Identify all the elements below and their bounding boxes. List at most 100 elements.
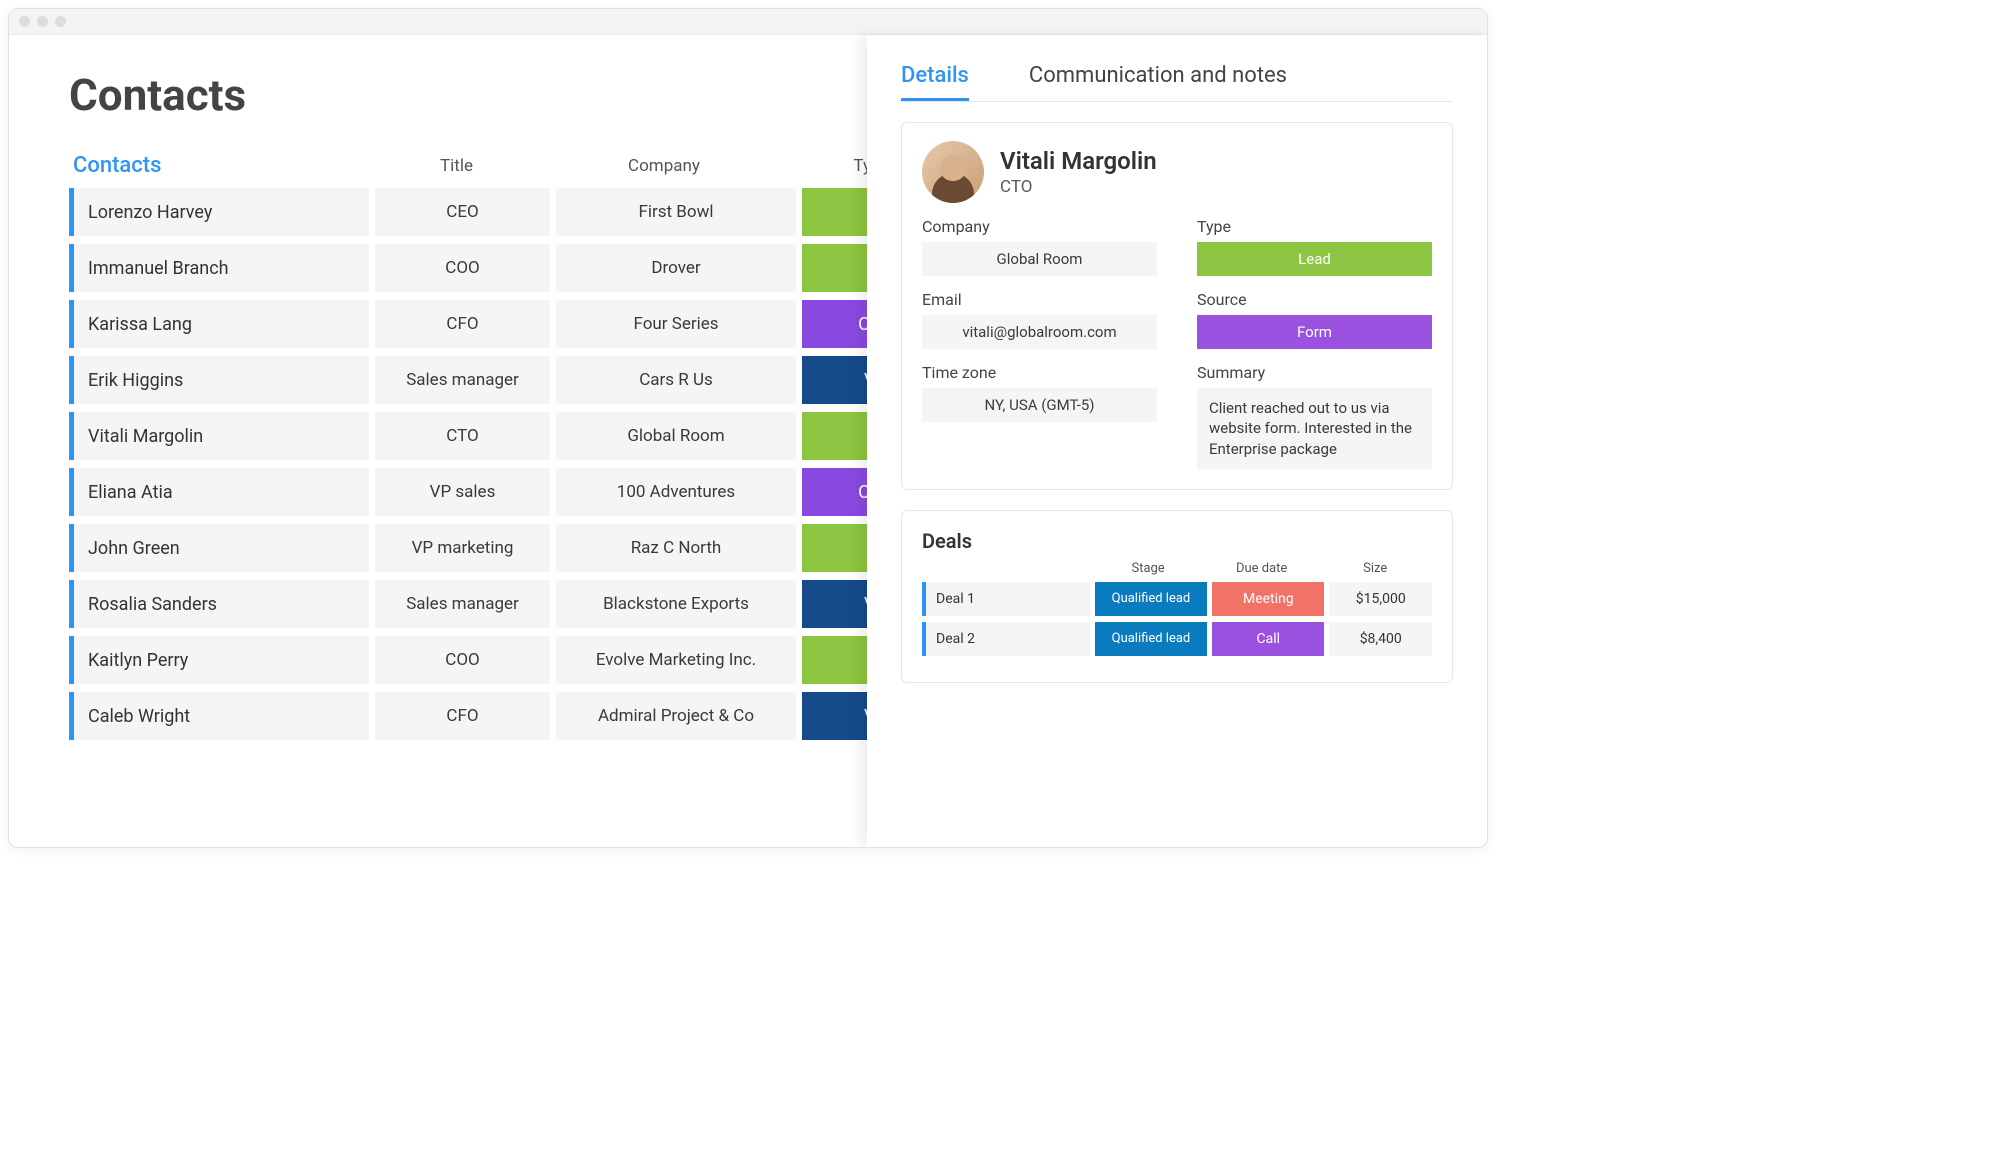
deals-header-size[interactable]: Size <box>1318 561 1432 576</box>
cell-company: Drover <box>556 244 796 292</box>
cell-company: Global Room <box>556 412 796 460</box>
field-email: Email vitali@globalroom.com <box>922 290 1157 349</box>
table-row[interactable]: Caleb WrightCFOAdmiral Project & CoVendo <box>69 692 867 740</box>
table-row[interactable]: Rosalia SandersSales managerBlackstone E… <box>69 580 867 628</box>
details-pane: Details Communication and notes Vitali M… <box>867 35 1487 847</box>
contact-header: Vitali Margolin CTO <box>922 141 1432 203</box>
table-row[interactable]: Kaitlyn PerryCOOEvolve Marketing Inc.Lea… <box>69 636 867 684</box>
table-row[interactable]: Erik HigginsSales managerCars R UsVendo <box>69 356 867 404</box>
cell-title: COO <box>375 244 550 292</box>
cell-type: Custom <box>802 468 867 516</box>
cell-title: CEO <box>375 188 550 236</box>
window-dot-min-icon[interactable] <box>37 16 48 27</box>
cell-name: Caleb Wright <box>69 692 369 740</box>
field-type: Type Lead <box>1197 217 1432 276</box>
detail-tabs: Details Communication and notes <box>901 63 1453 102</box>
value-summary[interactable]: Client reached out to us via website for… <box>1197 388 1432 469</box>
label-type: Type <box>1197 217 1432 236</box>
cell-type: Vendo <box>802 692 867 740</box>
cell-title: CFO <box>375 692 550 740</box>
cell-company: First Bowl <box>556 188 796 236</box>
deals-title: Deals <box>922 529 1432 553</box>
cell-title: CTO <box>375 412 550 460</box>
header-title[interactable]: Title <box>369 156 544 176</box>
cell-type: Vendo <box>802 580 867 628</box>
cell-company: Four Series <box>556 300 796 348</box>
value-source[interactable]: Form <box>1197 315 1432 349</box>
cell-type: Lead <box>802 636 867 684</box>
cell-title: VP marketing <box>375 524 550 572</box>
cell-name: John Green <box>69 524 369 572</box>
field-summary: Summary Client reached out to us via web… <box>1197 363 1432 469</box>
cell-type: Custom <box>802 300 867 348</box>
cell-title: COO <box>375 636 550 684</box>
table-row[interactable]: Eliana AtiaVP sales100 AdventuresCustom <box>69 468 867 516</box>
cell-title: Sales manager <box>375 580 550 628</box>
cell-company: Raz C North <box>556 524 796 572</box>
contacts-table-header: Contacts Title Company Type <box>69 153 867 178</box>
contact-card: Vitali Margolin CTO Company Global Room … <box>901 122 1453 490</box>
header-contacts[interactable]: Contacts <box>69 153 369 178</box>
deal-name: Deal 2 <box>922 622 1090 656</box>
deal-row[interactable]: Deal 1Qualified leadMeeting$15,000 <box>922 582 1432 616</box>
label-email: Email <box>922 290 1157 309</box>
app-body: Contacts Contacts Title Company Type Lor… <box>9 35 1487 847</box>
window-dot-max-icon[interactable] <box>55 16 66 27</box>
deals-header: Stage Due date Size <box>922 561 1432 576</box>
contacts-table: Contacts Title Company Type Lorenzo Harv… <box>69 153 867 740</box>
table-row[interactable]: Immanuel BranchCOODroverLead <box>69 244 867 292</box>
cell-type: Vendo <box>802 356 867 404</box>
field-timezone: Time zone NY, USA (GMT-5) <box>922 363 1157 469</box>
cell-title: CFO <box>375 300 550 348</box>
cell-title: Sales manager <box>375 356 550 404</box>
cell-title: VP sales <box>375 468 550 516</box>
deals-header-stage[interactable]: Stage <box>1091 561 1205 576</box>
cell-name: Erik Higgins <box>69 356 369 404</box>
cell-company: Admiral Project & Co <box>556 692 796 740</box>
contact-role: CTO <box>1000 177 1157 197</box>
value-timezone[interactable]: NY, USA (GMT-5) <box>922 388 1157 422</box>
cell-name: Kaitlyn Perry <box>69 636 369 684</box>
tab-communication[interactable]: Communication and notes <box>1029 63 1287 101</box>
table-row[interactable]: Vitali MargolinCTOGlobal RoomLead <box>69 412 867 460</box>
cell-name: Karissa Lang <box>69 300 369 348</box>
deal-size: $8,400 <box>1329 622 1432 656</box>
cell-company: Blackstone Exports <box>556 580 796 628</box>
value-email[interactable]: vitali@globalroom.com <box>922 315 1157 349</box>
value-type[interactable]: Lead <box>1197 242 1432 276</box>
deal-stage: Qualified lead <box>1095 582 1207 616</box>
deal-due: Call <box>1212 622 1324 656</box>
label-timezone: Time zone <box>922 363 1157 382</box>
deals-header-due[interactable]: Due date <box>1205 561 1319 576</box>
label-company: Company <box>922 217 1157 236</box>
field-source: Source Form <box>1197 290 1432 349</box>
app-window: Contacts Contacts Title Company Type Lor… <box>8 8 1488 848</box>
window-dot-close-icon[interactable] <box>19 16 30 27</box>
window-titlebar <box>9 9 1487 35</box>
cell-name: Rosalia Sanders <box>69 580 369 628</box>
deal-stage: Qualified lead <box>1095 622 1207 656</box>
cell-type: Lead <box>802 188 867 236</box>
tab-details[interactable]: Details <box>901 63 969 101</box>
cell-name: Vitali Margolin <box>69 412 369 460</box>
cell-name: Eliana Atia <box>69 468 369 516</box>
deal-row[interactable]: Deal 2Qualified leadCall$8,400 <box>922 622 1432 656</box>
page-title: Contacts <box>69 69 867 121</box>
table-row[interactable]: Lorenzo HarveyCEOFirst BowlLead <box>69 188 867 236</box>
table-row[interactable]: Karissa LangCFOFour SeriesCustom <box>69 300 867 348</box>
contact-fields: Company Global Room Type Lead Email vita… <box>922 217 1432 469</box>
cell-name: Lorenzo Harvey <box>69 188 369 236</box>
contacts-pane: Contacts Contacts Title Company Type Lor… <box>9 35 867 847</box>
cell-type: Lead <box>802 524 867 572</box>
header-company[interactable]: Company <box>544 156 784 176</box>
cell-name: Immanuel Branch <box>69 244 369 292</box>
header-type[interactable]: Type <box>784 156 867 176</box>
deal-size: $15,000 <box>1329 582 1432 616</box>
value-company[interactable]: Global Room <box>922 242 1157 276</box>
cell-company: 100 Adventures <box>556 468 796 516</box>
field-company: Company Global Room <box>922 217 1157 276</box>
deal-due: Meeting <box>1212 582 1324 616</box>
table-row[interactable]: John GreenVP marketingRaz C NorthLead <box>69 524 867 572</box>
cell-company: Cars R Us <box>556 356 796 404</box>
avatar[interactable] <box>922 141 984 203</box>
